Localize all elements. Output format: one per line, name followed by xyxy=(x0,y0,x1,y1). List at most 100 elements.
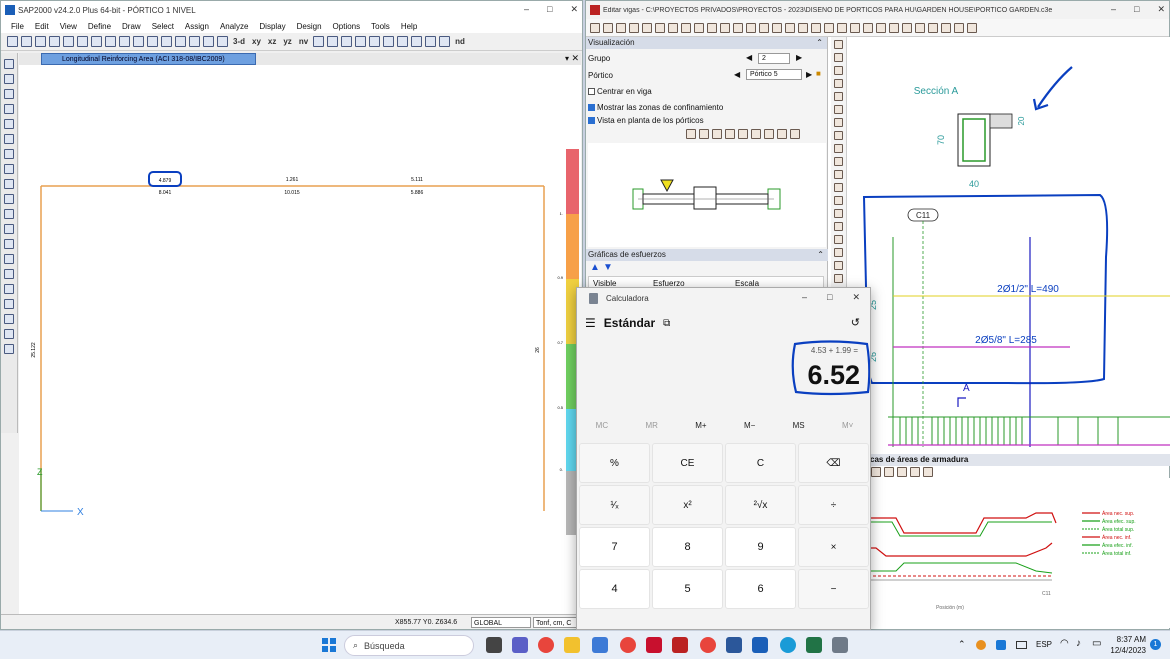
view-xy-button[interactable]: xy xyxy=(250,37,263,46)
tray-app-icon[interactable] xyxy=(976,640,986,650)
minimize-icon[interactable]: – xyxy=(802,292,807,303)
visualizacion-header[interactable]: Visualización ⌃ xyxy=(586,37,827,49)
select-all-icon[interactable] xyxy=(383,36,395,47)
snap-grid-icon[interactable] xyxy=(4,299,14,309)
menu-view[interactable]: View xyxy=(60,22,77,31)
zoom-out-icon[interactable] xyxy=(897,467,907,477)
report-icon[interactable] xyxy=(772,22,782,33)
view-nv-button[interactable]: nv xyxy=(297,37,310,46)
open-icon[interactable] xyxy=(21,36,32,47)
digit-9-button[interactable]: 9 xyxy=(725,527,796,567)
wifi-icon[interactable]: ◠ xyxy=(1060,638,1069,649)
clear-button[interactable]: C xyxy=(725,443,796,483)
close-icon[interactable]: ✕ xyxy=(570,4,578,15)
move-up-icon[interactable]: ▲ xyxy=(590,262,600,273)
search-icon[interactable] xyxy=(686,129,696,139)
edge-icon[interactable] xyxy=(780,637,796,653)
start-windows-icon[interactable] xyxy=(322,638,336,652)
digit-6-button[interactable]: 6 xyxy=(725,569,796,609)
portico-select[interactable]: Pórtico 5 xyxy=(746,69,802,80)
view-yz-button[interactable]: yz xyxy=(281,37,293,46)
menu-tools[interactable]: Tools xyxy=(371,22,390,31)
tab-dropdown-icon[interactable]: ▾ xyxy=(565,54,569,63)
select-poly-icon[interactable] xyxy=(4,224,14,234)
frame-icon[interactable] xyxy=(411,36,423,47)
language-indicator[interactable]: ESP xyxy=(1036,640,1052,649)
graficas-header[interactable]: Gráficas de esfuerzos ⌃ xyxy=(586,249,828,261)
clock-date[interactable]: 12/4/2023 xyxy=(1106,646,1146,655)
pan-hand-icon[interactable] xyxy=(954,22,964,33)
copy-icon[interactable] xyxy=(668,22,678,33)
onedrive-icon[interactable] xyxy=(996,640,1006,650)
multiply-button[interactable]: × xyxy=(798,527,869,567)
run-icon[interactable] xyxy=(119,36,130,47)
close-icon[interactable]: ✕ xyxy=(1157,4,1165,15)
snap-mid-icon[interactable] xyxy=(4,284,14,294)
length-icon[interactable] xyxy=(834,209,843,218)
reshape-icon[interactable] xyxy=(4,74,14,84)
list-icon[interactable] xyxy=(785,22,795,33)
lock-icon[interactable]: ■ xyxy=(816,69,821,78)
dimension-icon[interactable] xyxy=(834,66,843,75)
maximize-icon[interactable]: □ xyxy=(1134,4,1139,15)
digit-7-button[interactable]: 7 xyxy=(579,527,650,567)
keep-on-top-icon[interactable]: ⧉ xyxy=(663,318,670,329)
vista-planta-checkbox[interactable]: Vista en planta de los pórticos xyxy=(588,116,704,125)
delete-bar-icon[interactable] xyxy=(834,235,843,244)
redo-icon[interactable] xyxy=(77,36,88,47)
digit-4-button[interactable]: 4 xyxy=(579,569,650,609)
show-hidden-icons-icon[interactable]: ⌃ xyxy=(958,639,966,650)
column-icon[interactable] xyxy=(655,22,665,33)
cypecad-icon[interactable] xyxy=(672,637,688,653)
menu-select[interactable]: Select xyxy=(152,22,174,31)
pan-hand-icon[interactable] xyxy=(764,129,774,139)
menu-draw[interactable]: Draw xyxy=(122,22,141,31)
zoom-out-icon[interactable] xyxy=(725,129,735,139)
memory-add-button[interactable]: M+ xyxy=(695,421,706,430)
section-icon[interactable] xyxy=(834,53,843,62)
subtract-button[interactable]: − xyxy=(798,569,869,609)
expand-icon[interactable] xyxy=(790,129,800,139)
settings-icon[interactable] xyxy=(798,22,808,33)
clock-time[interactable]: 8:37 AM xyxy=(1112,635,1146,644)
battery-icon[interactable] xyxy=(1016,641,1027,649)
draw-solid-icon[interactable] xyxy=(4,179,14,189)
snap-ends-icon[interactable] xyxy=(4,269,14,279)
menu-edit[interactable]: Edit xyxy=(35,22,49,31)
save-icon[interactable] xyxy=(616,22,626,33)
menu-options[interactable]: Options xyxy=(333,22,361,31)
areas-armadura-chart[interactable]: C11 Posición (m) Área nec. sup. Área efe… xyxy=(856,478,1170,628)
grupo-select[interactable]: 2 xyxy=(758,53,790,64)
portico-prev-icon[interactable]: ◀ xyxy=(734,70,740,79)
grupo-prev-icon[interactable]: ◀ xyxy=(746,53,752,62)
edit-icon[interactable] xyxy=(629,22,639,33)
pencil-icon[interactable] xyxy=(91,36,102,47)
export-icon[interactable] xyxy=(876,22,886,33)
tab-close-icon[interactable]: ✕ xyxy=(571,53,579,64)
centrar-checkbox[interactable]: Centrar en viga xyxy=(588,87,652,96)
align-icon[interactable] xyxy=(811,22,821,33)
table-icon[interactable] xyxy=(694,22,704,33)
paste-icon[interactable] xyxy=(681,22,691,33)
rebar-icon[interactable] xyxy=(707,22,717,33)
support-icon[interactable] xyxy=(439,36,451,47)
coordinate-system-select[interactable]: GLOBAL xyxy=(471,617,531,628)
lock-icon[interactable] xyxy=(105,36,116,47)
zoom-window-icon[interactable] xyxy=(871,467,881,477)
distribute-icon[interactable] xyxy=(824,22,834,33)
join-icon[interactable] xyxy=(733,22,743,33)
chart-icon[interactable] xyxy=(834,261,843,270)
view-3d-button[interactable]: 3-d xyxy=(231,37,247,46)
minimize-icon[interactable]: – xyxy=(1111,4,1116,15)
grupo-next-icon[interactable]: ▶ xyxy=(796,53,802,62)
rebar-skin-icon[interactable] xyxy=(834,144,843,153)
sap-model-canvas[interactable]: 4.879 1.261 5.111 8.041 10.015 5.886 25.… xyxy=(19,65,581,615)
draw-link-icon[interactable] xyxy=(4,194,14,204)
clear-entry-button[interactable]: CE xyxy=(652,443,723,483)
maximize-icon[interactable]: □ xyxy=(547,4,552,15)
refresh-icon[interactable] xyxy=(834,79,843,88)
menu-analyze[interactable]: Analyze xyxy=(220,22,248,31)
draw-brace-icon[interactable] xyxy=(4,134,14,144)
zoom-in-icon[interactable] xyxy=(161,36,172,47)
redo-icon[interactable] xyxy=(603,22,613,33)
